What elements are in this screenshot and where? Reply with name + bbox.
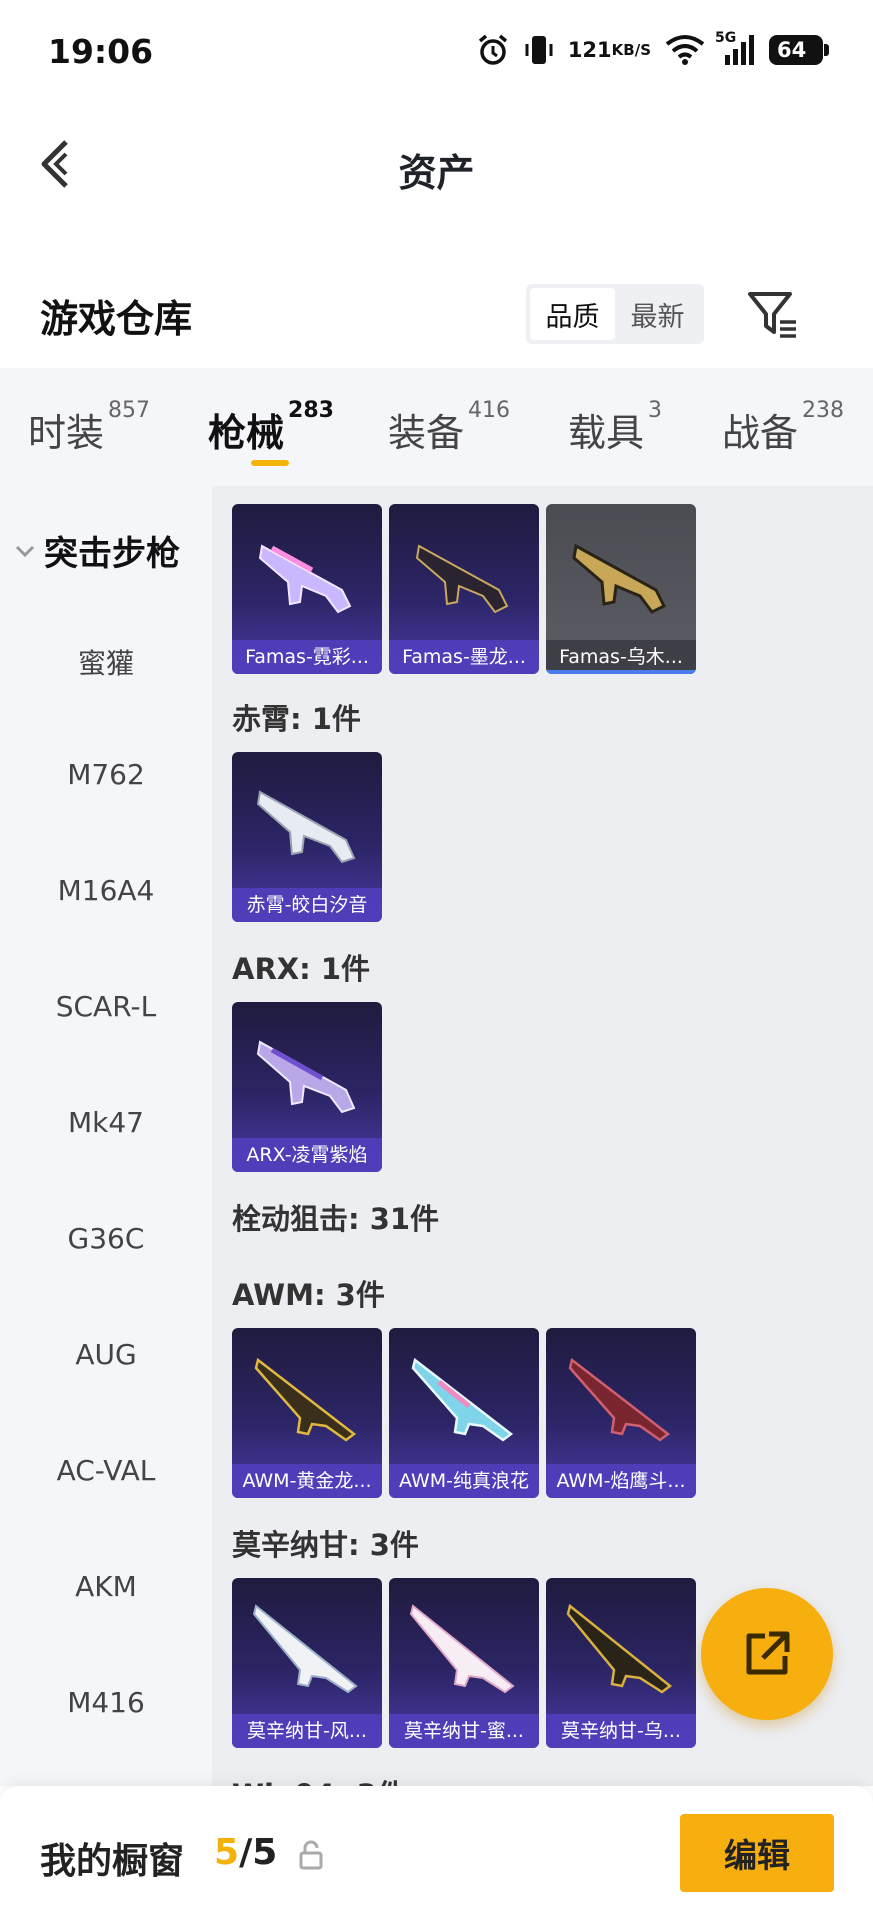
filter-icon — [748, 292, 796, 338]
sniper-skin-icon — [568, 1357, 671, 1442]
weapon-card[interactable]: 莫辛纳甘-乌... — [546, 1578, 696, 1748]
sidebar-item-m416[interactable]: M416 — [0, 1686, 212, 1719]
weapon-card-name: AWM-黄金龙... — [232, 1464, 382, 1498]
sidebar-item-akm[interactable]: AKM — [0, 1570, 212, 1603]
sort-option-newest[interactable]: 最新 — [615, 288, 700, 340]
edit-button[interactable]: 编辑 — [680, 1814, 834, 1892]
weapon-group-label: Win94: 3件 — [232, 1772, 406, 1786]
rifle-skin-icon — [256, 790, 356, 864]
sidebar-item-ac-val[interactable]: AC-VAL — [0, 1454, 212, 1487]
battery-indicator: 64 — [769, 35, 829, 65]
category-tabs: 时装857 枪械283 装备416 载具3 战备238 — [0, 368, 873, 486]
active-tab-indicator — [251, 460, 289, 466]
weapon-card[interactable]: 莫辛纳甘-蜜... — [389, 1578, 539, 1748]
tab-fashion[interactable]: 时装857 — [28, 398, 150, 457]
warehouse-title: 游戏仓库 — [40, 297, 193, 341]
status-time: 19:06 — [48, 32, 154, 71]
weapon-card[interactable]: Famas-墨龙... — [389, 504, 539, 674]
external-link-icon — [746, 1631, 790, 1675]
rifle-skin-icon — [415, 544, 509, 614]
sniper-skin-icon — [252, 1604, 358, 1694]
sniper-skin-icon — [566, 1603, 673, 1694]
weapon-card-name: Famas-乌木... — [546, 640, 696, 674]
sidebar-item-m762[interactable]: M762 — [0, 758, 212, 791]
showcase-count: 5/5 — [214, 1832, 278, 1873]
rifle-skin-icon — [572, 543, 667, 614]
sort-option-quality[interactable]: 品质 — [530, 288, 615, 340]
status-icons: 121 KB/S 5G 64 — [476, 30, 829, 70]
weapon-card-name: 莫辛纳甘-乌... — [546, 1714, 696, 1748]
tab-supplies[interactable]: 战备238 — [722, 398, 844, 457]
weapon-group-label: 莫辛纳甘: 3件 — [232, 1528, 419, 1562]
sort-toggle: 品质 最新 — [526, 284, 704, 344]
sidebar-item-aug[interactable]: AUG — [0, 1338, 212, 1371]
weapon-group-label: ARX: 1件 — [232, 952, 371, 986]
sidebar-item-g36c[interactable]: G36C — [0, 1222, 212, 1255]
weapon-card[interactable]: AWM-黄金龙... — [232, 1328, 382, 1498]
weapon-card-name: AWM-纯真浪花 — [389, 1464, 539, 1498]
weapon-card-name: ARX-凌霄紫焰 — [232, 1138, 382, 1172]
weapon-group-label: 赤霄: 1件 — [232, 702, 361, 736]
sniper-skin-icon — [411, 1357, 514, 1442]
sniper-skin-icon — [409, 1604, 515, 1694]
weapon-card[interactable]: 莫辛纳甘-风... — [232, 1578, 382, 1748]
warehouse-header: 游戏仓库 品质 最新 — [0, 268, 873, 364]
rifle-skin-icon — [256, 1040, 356, 1114]
alarm-icon — [476, 30, 510, 70]
weapon-sidebar: 突击步枪 蜜獾 M762 M16A4 SCAR-L Mk47 G36C AUG … — [0, 486, 212, 1786]
weapon-card-name: 赤霄-皎白汐音 — [232, 888, 382, 922]
rifle-skin-icon — [258, 544, 352, 614]
weapon-category-label: 栓动狙击: 31件 — [232, 1202, 440, 1236]
weapon-card[interactable]: 赤霄-皎白汐音 — [232, 752, 382, 922]
weapon-card[interactable]: Famas-霓彩... — [232, 504, 382, 674]
sniper-skin-icon — [254, 1357, 357, 1442]
signal-5g-icon: 5G — [715, 30, 755, 70]
net-speed: 121 KB/S — [567, 37, 651, 62]
tab-equipment[interactable]: 装备416 — [388, 398, 510, 457]
vibrate-icon — [524, 30, 554, 70]
chevron-down-icon — [15, 545, 35, 557]
weapon-card[interactable]: ARX-凌霄紫焰 — [232, 1002, 382, 1172]
weapon-card-name: 莫辛纳甘-风... — [232, 1714, 382, 1748]
sidebar-item-mk47[interactable]: Mk47 — [0, 1106, 212, 1139]
wifi-icon — [665, 30, 705, 70]
status-bar: 19:06 121 KB/S 5G 64 — [0, 0, 873, 104]
weapon-card-name: 莫辛纳甘-蜜... — [389, 1714, 539, 1748]
weapon-card-name: AWM-焰鹰斗... — [546, 1464, 696, 1498]
weapon-card[interactable]: AWM-纯真浪花 — [389, 1328, 539, 1498]
filter-button[interactable] — [744, 286, 800, 342]
weapon-group-label: AWM: 3件 — [232, 1278, 385, 1312]
nav-bar: 资产 — [0, 104, 873, 224]
showcase-title: 我的橱窗 — [40, 1841, 185, 1882]
weapon-card[interactable]: AWM-焰鹰斗... — [546, 1328, 696, 1498]
weapon-card-name: Famas-霓彩... — [232, 640, 382, 674]
sidebar-item-honey-badger[interactable]: 蜜獾 — [0, 642, 212, 682]
tab-vehicles[interactable]: 载具3 — [568, 398, 662, 457]
weapon-card-name: Famas-墨龙... — [389, 640, 539, 674]
page-title: 资产 — [398, 151, 475, 195]
sidebar-item-m16a4[interactable]: M16A4 — [0, 874, 212, 907]
showcase-bar: 我的橱窗 5/5 编辑 — [0, 1786, 873, 1920]
lock-icon — [299, 1840, 323, 1870]
tab-firearms[interactable]: 枪械283 — [208, 398, 334, 457]
share-button[interactable] — [701, 1588, 833, 1720]
sidebar-item-scar-l[interactable]: SCAR-L — [0, 990, 212, 1023]
sidebar-group-assault-rifles[interactable]: 突击步枪 — [14, 526, 180, 575]
weapon-card[interactable]: Famas-乌木... — [546, 504, 696, 674]
